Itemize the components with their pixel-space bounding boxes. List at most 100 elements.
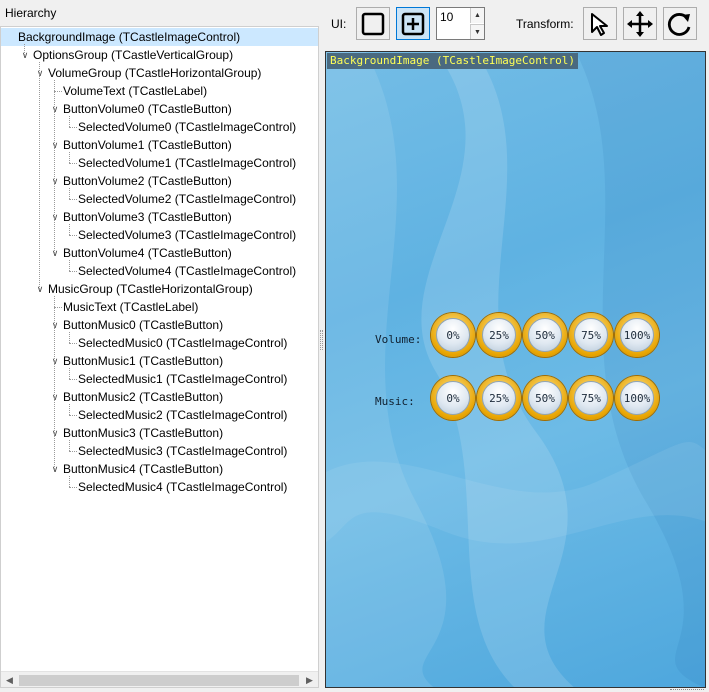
volume-button-3[interactable]: 75% — [569, 313, 613, 357]
tree-guide-line — [54, 80, 55, 253]
scroll-right-icon[interactable]: ▶ — [301, 672, 318, 687]
music-button-label: 25% — [482, 381, 516, 415]
select-tool-button[interactable] — [583, 7, 617, 40]
tree-item[interactable]: ButtonVolume0 (TCastleButton) — [63, 100, 232, 118]
tree-item[interactable]: SelectedMusic3 (TCastleImageControl) — [78, 442, 287, 460]
expand-chevron-icon[interactable]: ∨ — [50, 316, 60, 334]
plus-box-icon — [401, 12, 425, 35]
tree-item[interactable]: ButtonMusic4 (TCastleButton) — [63, 460, 223, 478]
spin-up-icon[interactable]: ▲ — [470, 8, 484, 23]
expand-chevron-icon[interactable]: ∨ — [20, 46, 30, 64]
music-button-label: 75% — [574, 381, 608, 415]
tree-item[interactable]: ButtonVolume1 (TCastleButton) — [63, 136, 232, 154]
panel-splitter[interactable] — [320, 330, 323, 350]
scroll-left-icon[interactable]: ◀ — [1, 672, 18, 687]
volume-button-4[interactable]: 100% — [615, 313, 659, 357]
tree-item[interactable]: ButtonMusic2 (TCastleButton) — [63, 388, 223, 406]
expand-chevron-icon[interactable]: ∨ — [35, 64, 45, 82]
horizontal-scrollbar[interactable]: ◀ ▶ — [1, 671, 318, 687]
tree-guide-line — [69, 152, 70, 163]
expand-chevron-icon[interactable]: ∨ — [50, 244, 60, 262]
tree-item[interactable]: SelectedVolume1 (TCastleImageControl) — [78, 154, 296, 172]
tree-item[interactable]: VolumeGroup (TCastleHorizontalGroup) — [48, 64, 261, 82]
volume-button-1[interactable]: 25% — [477, 313, 521, 357]
tree-item[interactable]: OptionsGroup (TCastleVerticalGroup) — [33, 46, 233, 64]
music-button-4[interactable]: 100% — [615, 376, 659, 420]
select-rect-tool-button[interactable] — [356, 7, 390, 40]
tree-item[interactable]: VolumeText (TCastleLabel) — [63, 82, 207, 100]
rectangle-icon — [361, 12, 385, 35]
rotate-tool-button[interactable] — [663, 7, 697, 40]
tree-connector — [69, 379, 77, 380]
spin-down-icon[interactable]: ▼ — [470, 24, 484, 39]
transform-label: Transform: — [516, 17, 574, 31]
tree-item[interactable]: MusicGroup (TCastleHorizontalGroup) — [48, 280, 253, 298]
tree-item[interactable]: SelectedMusic4 (TCastleImageControl) — [78, 478, 287, 496]
expand-chevron-icon[interactable]: ∨ — [50, 424, 60, 442]
expand-chevron-icon[interactable]: ∨ — [50, 352, 60, 370]
tree-item[interactable]: SelectedMusic1 (TCastleImageControl) — [78, 370, 287, 388]
volume-button-label: 75% — [574, 318, 608, 352]
tree-guide-line — [69, 476, 70, 487]
move-tool-button[interactable] — [623, 7, 657, 40]
volume-label: Volume: — [375, 333, 422, 346]
tree-item[interactable]: SelectedVolume4 (TCastleImageControl) — [78, 262, 296, 280]
tree-guide-line — [69, 404, 70, 415]
expand-chevron-icon[interactable]: ∨ — [50, 100, 60, 118]
expand-chevron-icon[interactable]: ∨ — [50, 172, 60, 190]
tree-item[interactable]: SelectedVolume2 (TCastleImageControl) — [78, 190, 296, 208]
tree-guide-line — [39, 62, 40, 289]
tree-connector — [69, 235, 77, 236]
music-button-label: 100% — [620, 381, 654, 415]
music-button-2[interactable]: 50% — [523, 376, 567, 420]
scrollbar-thumb[interactable] — [19, 675, 299, 686]
tree-connector — [69, 451, 77, 452]
ui-label: UI: — [331, 17, 347, 31]
add-control-tool-button[interactable] — [396, 7, 430, 40]
tree-connector — [69, 271, 77, 272]
tree-item[interactable]: BackgroundImage (TCastleImageControl) — [1, 28, 318, 46]
volume-button-label: 25% — [482, 318, 516, 352]
volume-button-label: 50% — [528, 318, 562, 352]
hierarchy-title: Hierarchy — [5, 6, 57, 20]
tree-item[interactable]: ButtonMusic0 (TCastleButton) — [63, 316, 223, 334]
music-label: Music: — [375, 395, 415, 408]
tree-item[interactable]: ButtonVolume3 (TCastleButton) — [63, 208, 232, 226]
music-button-3[interactable]: 75% — [569, 376, 613, 420]
expand-chevron-icon[interactable]: ∨ — [50, 136, 60, 154]
tree-connector — [54, 91, 62, 92]
music-button-1[interactable]: 25% — [477, 376, 521, 420]
tree-guide-line — [69, 224, 70, 235]
expand-chevron-icon[interactable]: ∨ — [50, 388, 60, 406]
tree-item[interactable]: SelectedMusic2 (TCastleImageControl) — [78, 406, 287, 424]
tree-guide-line — [54, 296, 55, 469]
spin-value[interactable]: 10 — [440, 10, 453, 24]
design-viewport[interactable]: BackgroundImage (TCastleImageControl) Vo… — [325, 51, 706, 688]
tree-item[interactable]: ButtonMusic3 (TCastleButton) — [63, 424, 223, 442]
tree-connector — [69, 343, 77, 344]
tree-connector — [69, 415, 77, 416]
tree-item[interactable]: ButtonVolume2 (TCastleButton) — [63, 172, 232, 190]
tree-item[interactable]: MusicText (TCastleLabel) — [63, 298, 198, 316]
background-waves-image — [326, 52, 705, 687]
expand-chevron-icon[interactable]: ∨ — [35, 280, 45, 298]
snap-spin-edit[interactable]: 10 ▲ ▼ — [436, 7, 485, 40]
tree-item[interactable]: ButtonVolume4 (TCastleButton) — [63, 244, 232, 262]
volume-button-0[interactable]: 0% — [431, 313, 475, 357]
tree-item[interactable]: ButtonMusic1 (TCastleButton) — [63, 352, 223, 370]
tree-connector — [69, 163, 77, 164]
tree-guide-line — [69, 188, 70, 199]
expand-chevron-icon[interactable]: ∨ — [50, 208, 60, 226]
tree-connector — [69, 127, 77, 128]
music-button-0[interactable]: 0% — [431, 376, 475, 420]
tree-item[interactable]: SelectedVolume3 (TCastleImageControl) — [78, 226, 296, 244]
volume-button-2[interactable]: 50% — [523, 313, 567, 357]
hierarchy-tree[interactable]: ∨BackgroundImage (TCastleImageControl)∨O… — [0, 26, 319, 688]
volume-button-label: 100% — [620, 318, 654, 352]
tree-guide-line — [24, 44, 25, 55]
music-button-label: 0% — [436, 381, 470, 415]
tree-item[interactable]: SelectedVolume0 (TCastleImageControl) — [78, 118, 296, 136]
expand-chevron-icon[interactable]: ∨ — [50, 460, 60, 478]
tree-item[interactable]: SelectedMusic0 (TCastleImageControl) — [78, 334, 287, 352]
tree-guide-line — [69, 260, 70, 271]
